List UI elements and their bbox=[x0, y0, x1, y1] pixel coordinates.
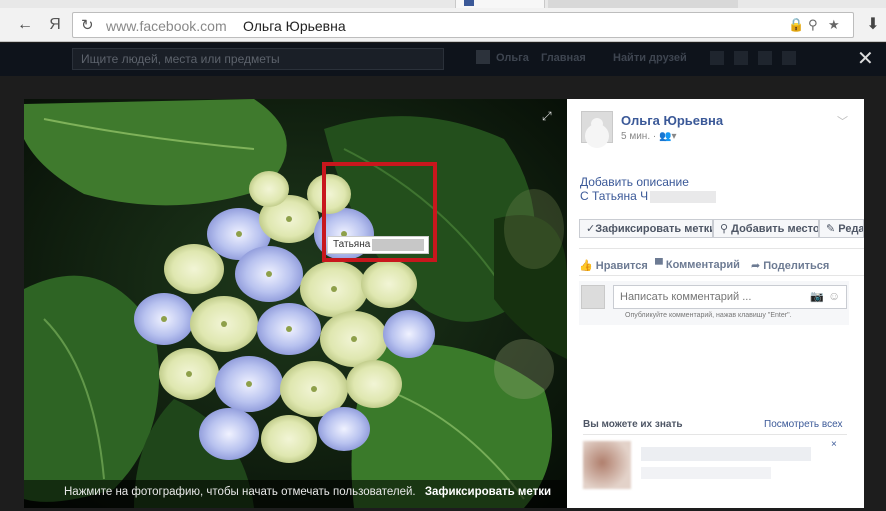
tab-facebook[interactable] bbox=[455, 0, 545, 8]
zoom-icon[interactable]: ⚲ bbox=[808, 17, 818, 33]
browser-toolbar: ← Я ↻ www.facebook.com Ольга Юрьевна 🔒 ⚲… bbox=[0, 8, 886, 42]
tagging-hint-text: Нажмите на фотографию, чтобы начать отме… bbox=[64, 486, 416, 498]
divider bbox=[579, 248, 864, 249]
nav-find-friends[interactable]: Найти друзей bbox=[613, 52, 687, 64]
pymk-redacted-info bbox=[641, 467, 771, 479]
edit-button[interactable]: ✎ Редактировать bbox=[819, 219, 864, 238]
comment-composer: 📷 ☺ Опубликуйте комментарий, нажав клави… bbox=[579, 281, 849, 325]
pymk-title: Вы можете их знать bbox=[583, 419, 683, 430]
camera-icon[interactable]: 📷 bbox=[810, 290, 824, 303]
comment-button[interactable]: ▀ Комментарий bbox=[655, 259, 740, 271]
commenter-avatar bbox=[581, 285, 605, 309]
pymk-see-all-link[interactable]: Посмотреть всех bbox=[764, 419, 842, 430]
finish-tagging-button[interactable]: ✓Зафиксировать метки bbox=[579, 219, 713, 238]
notifications-icon[interactable] bbox=[758, 51, 772, 65]
photo-viewer[interactable]: ⤢ Татьяна Нажмите на фотографию, чтобы н… bbox=[24, 99, 567, 508]
photo-info-panel: Ольга Юрьевна 5 мин. · 👥▾ ﹀ Добавить опи… bbox=[567, 99, 864, 508]
tab-other[interactable] bbox=[548, 0, 738, 8]
hydrangea-photo bbox=[24, 99, 567, 508]
like-button[interactable]: 👍 Нравится bbox=[579, 259, 648, 272]
tag-label[interactable]: Татьяна bbox=[327, 236, 429, 254]
tagging-hint-bar: Нажмите на фотографию, чтобы начать отме… bbox=[24, 480, 567, 508]
tag-label-name: Татьяна bbox=[333, 239, 371, 250]
divider bbox=[579, 275, 864, 276]
lock-icon[interactable]: 🔒 bbox=[788, 17, 804, 33]
nav-user[interactable]: Ольга bbox=[496, 52, 529, 64]
pymk-avatar[interactable] bbox=[583, 441, 631, 489]
author-avatar[interactable] bbox=[581, 111, 613, 143]
expand-icon[interactable]: ⤢ bbox=[542, 109, 552, 124]
yandex-logo-icon[interactable]: Я bbox=[42, 13, 68, 37]
with-tagged-redacted bbox=[650, 190, 717, 203]
facebook-header: Ищите людей, места или предметы Ольга Гл… bbox=[0, 43, 886, 76]
post-time[interactable]: 5 мин. · 👥▾ bbox=[621, 131, 676, 142]
tab-strip bbox=[0, 0, 886, 8]
star-icon[interactable]: ★ bbox=[828, 17, 840, 33]
friends-icon[interactable] bbox=[710, 51, 724, 65]
with-tagged-text[interactable]: С Татьяна Ч bbox=[580, 189, 717, 203]
nav-home[interactable]: Главная bbox=[541, 52, 586, 64]
comment-hint: Опубликуйте комментарий, нажав клавишу "… bbox=[625, 312, 792, 319]
download-icon[interactable]: ⬇ bbox=[860, 13, 886, 37]
pymk-redacted-name bbox=[641, 447, 811, 461]
tag-label-redacted bbox=[372, 239, 424, 251]
close-icon[interactable]: ✕ bbox=[857, 46, 874, 71]
share-button[interactable]: ➦ Поделиться bbox=[751, 259, 829, 272]
url-domain: www.facebook.com bbox=[106, 18, 227, 34]
pymk-card[interactable]: × bbox=[583, 439, 847, 499]
url-page-title: Ольга Юрьевна bbox=[243, 18, 346, 34]
user-avatar[interactable] bbox=[476, 50, 490, 64]
finish-tagging-link[interactable]: Зафиксировать метки bbox=[425, 486, 551, 498]
smile-icon[interactable]: ☺ bbox=[828, 289, 840, 303]
add-place-button[interactable]: ⚲ Добавить место bbox=[713, 219, 819, 238]
reload-icon[interactable]: ↻ bbox=[81, 16, 94, 34]
facebook-favicon-icon bbox=[464, 0, 474, 6]
add-description-link[interactable]: Добавить описание bbox=[580, 175, 689, 189]
close-icon[interactable]: × bbox=[831, 439, 837, 450]
author-name[interactable]: Ольга Юрьевна bbox=[621, 113, 723, 128]
with-tagged-name: С Татьяна Ч bbox=[580, 189, 649, 203]
search-input[interactable]: Ищите людей, места или предметы bbox=[72, 48, 444, 70]
divider bbox=[583, 434, 847, 435]
back-arrow-icon[interactable]: ← bbox=[12, 13, 38, 37]
chevron-down-icon[interactable]: ﹀ bbox=[837, 113, 848, 129]
address-bar[interactable]: ↻ www.facebook.com Ольга Юрьевна 🔒 ⚲ ★ bbox=[72, 12, 854, 38]
messages-icon[interactable] bbox=[734, 51, 748, 65]
privacy-icon[interactable] bbox=[782, 51, 796, 65]
